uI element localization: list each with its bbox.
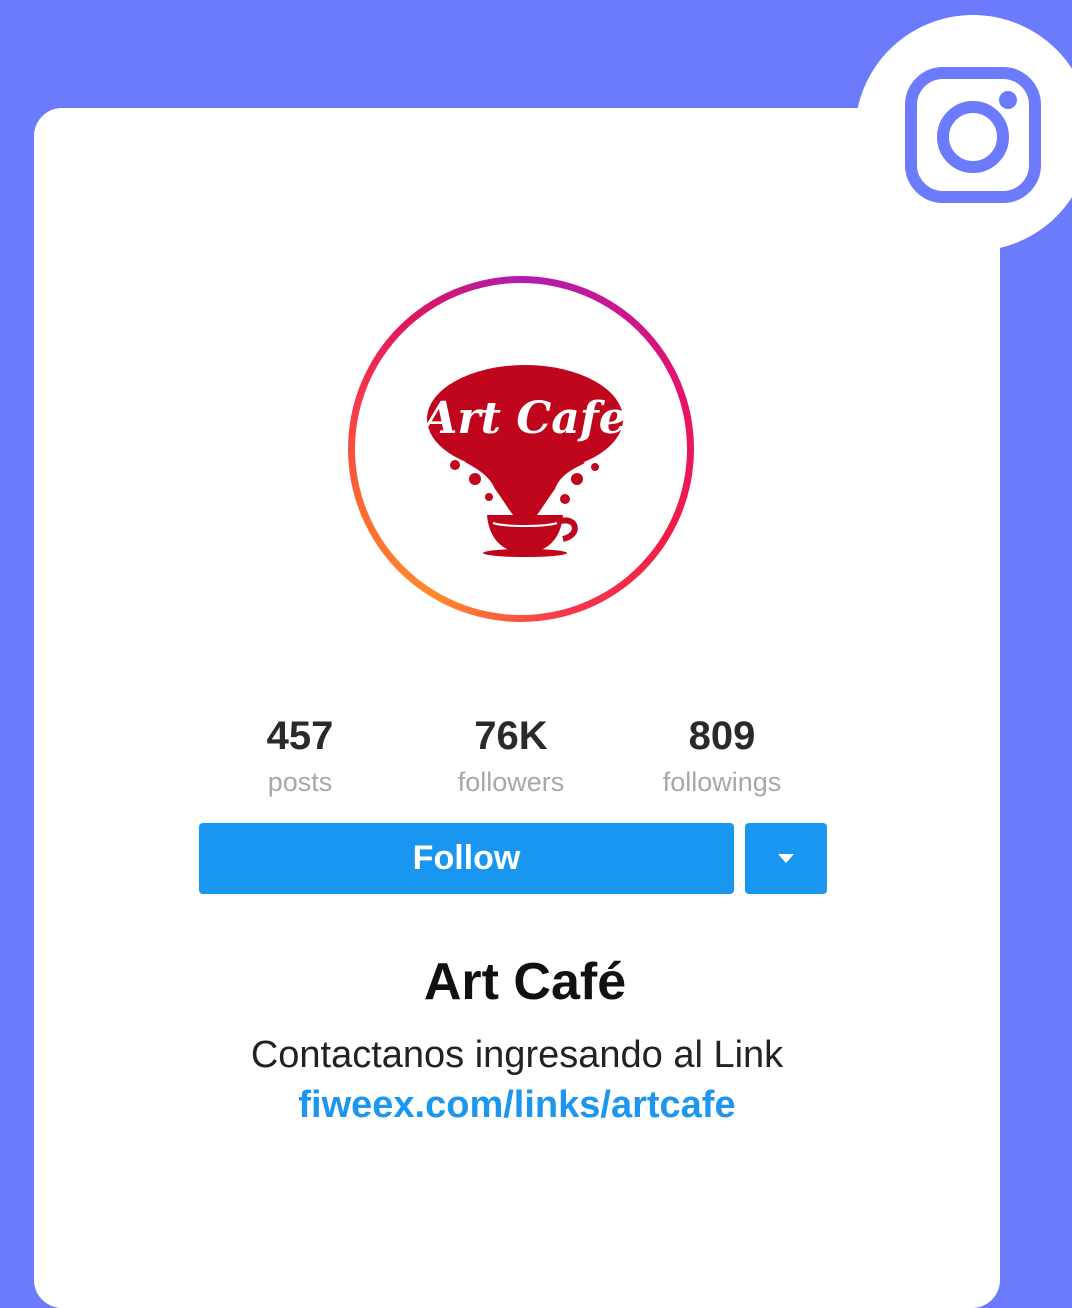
- stat-followers[interactable]: 76K followers: [411, 712, 611, 802]
- stat-followers-value: 76K: [474, 714, 548, 758]
- follow-options-button[interactable]: [745, 823, 827, 894]
- stat-posts-label: posts: [267, 767, 333, 797]
- stat-followings-value: 809: [688, 714, 756, 758]
- svg-text:Art Cafe: Art Cafe: [425, 393, 625, 444]
- profile-link[interactable]: fiweex.com/links/artcafe: [0, 1082, 1034, 1128]
- stat-followings[interactable]: 809 followings: [622, 712, 822, 802]
- stat-posts-value: 457: [266, 714, 334, 758]
- stat-followers-label: followers: [457, 767, 565, 797]
- follow-button[interactable]: Follow: [199, 823, 734, 894]
- avatar-image: Art Cafe: [355, 283, 687, 615]
- coffee-cup-splash-logo: Art Cafe: [425, 365, 625, 557]
- instagram-icon: [905, 67, 1041, 203]
- stat-followings-label: followings: [662, 767, 782, 797]
- stat-posts[interactable]: 457 posts: [200, 712, 400, 802]
- caret-down-icon: [778, 854, 794, 863]
- profile-avatar[interactable]: Art Cafe: [348, 276, 694, 622]
- profile-name: Art Café: [423, 953, 627, 1011]
- profile-bio: Contactanos ingresando al Link: [250, 1034, 784, 1076]
